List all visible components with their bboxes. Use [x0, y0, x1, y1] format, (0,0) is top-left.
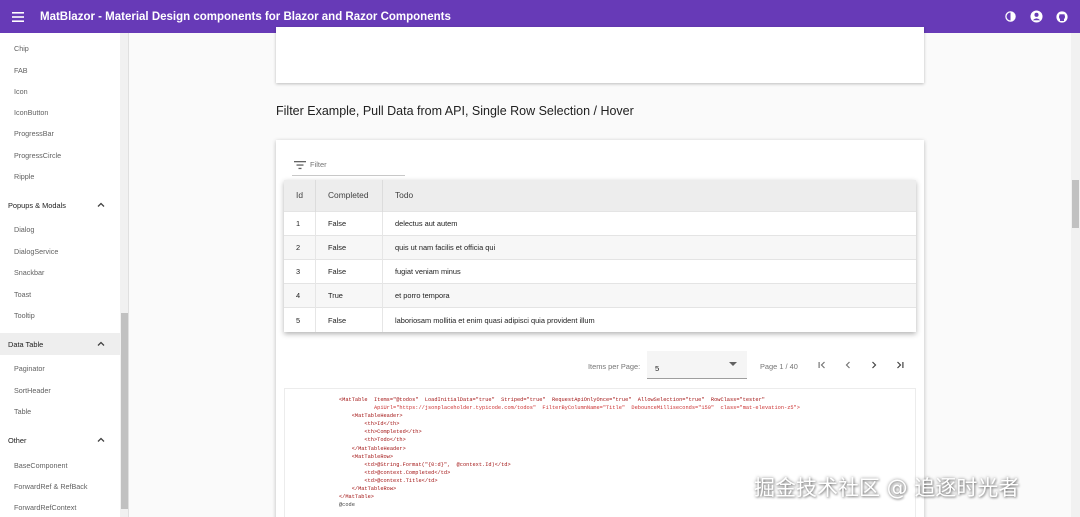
table-row[interactable]: 2 False quis ut nam facilis et officia q…	[284, 235, 916, 260]
sidebar-item-chip[interactable]: Chip	[14, 44, 29, 53]
first-page-icon[interactable]	[815, 358, 829, 372]
dropdown-arrow-icon	[729, 362, 737, 366]
cell-completed: False	[315, 259, 383, 284]
sidebar-group-other[interactable]: Other	[0, 429, 120, 451]
cell-todo: fugiat veniam minus	[395, 266, 461, 276]
sidebar-item-snackbar[interactable]: Snackbar	[14, 268, 44, 277]
cell-todo: et porro tempora	[395, 291, 450, 301]
sidebar-item-basecomponent[interactable]: BaseComponent	[14, 461, 68, 470]
page-status: Page 1 / 40	[760, 362, 798, 371]
sidebar-item-fab[interactable]: FAB	[14, 66, 28, 75]
cell-id: 3	[284, 259, 316, 284]
next-page-icon[interactable]	[867, 358, 881, 372]
sidebar-item-toast[interactable]: Toast	[14, 290, 31, 299]
code-line: @code	[339, 502, 355, 509]
main-scrollbar[interactable]	[1071, 33, 1080, 517]
main-scrollbar-thumb[interactable]	[1072, 180, 1079, 228]
column-header-todo[interactable]: Todo	[383, 180, 917, 211]
cell-todo: laboriosam mollitia et enim quasi adipis…	[395, 315, 595, 325]
watermark: 掘金技术社区 @ 追逐时光者	[754, 476, 1020, 500]
section-title: Filter Example, Pull Data from API, Sing…	[276, 104, 634, 118]
cell-completed: False	[315, 307, 383, 332]
paginator: Items per Page: 5 Page 1 / 40	[276, 350, 924, 380]
cell-completed: False	[315, 235, 383, 260]
sidebar-item-paginator[interactable]: Paginator	[14, 364, 45, 373]
sidebar-group-label: Popups & Modals	[8, 200, 66, 210]
code-line: ApiUrl="https://jsonplaceholder.typicode…	[339, 405, 800, 412]
sidebar-item-table[interactable]: Table	[14, 407, 31, 416]
code-line: <MatTable Items="@todos" LoadInitialData…	[339, 397, 765, 403]
sidebar-item-icon[interactable]: Icon	[14, 87, 28, 96]
code-line: <MatTableRow>	[339, 453, 394, 460]
sidebar-item-sortheader[interactable]: SortHeader	[14, 386, 51, 395]
sidebar-group-label: Other	[8, 435, 27, 445]
sidebar-item-progressbar[interactable]: ProgressBar	[14, 129, 54, 138]
sidebar-item-dialog[interactable]: Dialog	[14, 225, 34, 234]
previous-example-card	[276, 27, 924, 83]
theme-icon[interactable]	[1002, 9, 1018, 25]
code-line: <th>Id</th>	[339, 421, 400, 428]
example-card: Id Completed Todo 1 False delectus aut a…	[276, 140, 924, 517]
previous-page-icon[interactable]	[841, 358, 855, 372]
column-header-completed[interactable]: Completed	[315, 180, 383, 211]
code-line: <th>Todo</th>	[339, 437, 406, 444]
table-header-row: Id Completed Todo	[284, 180, 916, 211]
page-size-value: 5	[655, 364, 660, 373]
sidebar-item-dialogservice[interactable]: DialogService	[14, 247, 58, 256]
page-size-select[interactable]: 5	[647, 351, 747, 379]
last-page-icon[interactable]	[893, 358, 907, 372]
account-icon[interactable]	[1028, 9, 1044, 25]
sidebar-scrollbar-thumb[interactable]	[121, 313, 128, 509]
cell-todo: delectus aut autem	[395, 218, 458, 228]
menu-icon[interactable]	[0, 0, 36, 33]
items-per-page-label: Items per Page:	[588, 362, 641, 371]
filter-field[interactable]	[292, 154, 405, 176]
table-row[interactable]: 5 False laboriosam mollitia et enim quas…	[284, 307, 916, 332]
code-line: </MatTableHeader>	[339, 445, 406, 452]
table-row[interactable]: 3 False fugiat veniam minus	[284, 259, 916, 284]
sidebar-item-iconbutton[interactable]: IconButton	[14, 108, 48, 117]
sidebar-group-datatable[interactable]: Data Table	[0, 333, 120, 355]
filter-input[interactable]	[310, 160, 400, 169]
cell-id: 5	[284, 307, 316, 332]
cell-id: 1	[284, 211, 316, 236]
code-line: <MatTableHeader>	[339, 413, 403, 420]
code-line: <td>@String.Format("{0:d}", @context.Id)…	[339, 461, 511, 468]
sidebar-item-forwardref[interactable]: ForwardRef & RefBack	[14, 482, 88, 491]
chevron-up-icon	[97, 341, 105, 346]
main-content: Filter Example, Pull Data from API, Sing…	[129, 27, 1080, 517]
column-header-id[interactable]: Id	[284, 180, 316, 211]
chevron-up-icon	[97, 437, 105, 442]
cell-id: 4	[284, 283, 316, 308]
sidebar-item-ripple[interactable]: Ripple	[14, 172, 34, 181]
table-row[interactable]: 4 True et porro tempora	[284, 283, 916, 308]
sidebar-nav: Chip FAB Icon IconButton ProgressBar Pro…	[0, 33, 129, 517]
cell-completed: True	[315, 283, 383, 308]
cell-id: 2	[284, 235, 316, 260]
code-line: <th>Completed</th>	[339, 429, 422, 436]
chevron-up-icon	[97, 202, 105, 207]
sidebar-group-popups[interactable]: Popups & Modals	[0, 194, 120, 216]
sidebar-group-label: Data Table	[8, 339, 44, 349]
sidebar-item-progresscircle[interactable]: ProgressCircle	[14, 151, 61, 160]
data-table: Id Completed Todo 1 False delectus aut a…	[284, 180, 916, 332]
github-icon[interactable]	[1054, 9, 1070, 25]
sidebar-item-tooltip[interactable]: Tooltip	[14, 311, 35, 320]
table-row[interactable]: 1 False delectus aut autem	[284, 211, 916, 236]
cell-completed: False	[315, 211, 383, 236]
filter-icon	[294, 160, 306, 169]
app-title: MatBlazor - Material Design components f…	[40, 10, 451, 23]
sidebar-item-forwardrefcontext[interactable]: ForwardRefContext	[14, 503, 76, 512]
top-actions	[1002, 9, 1080, 25]
cell-todo: quis ut nam facilis et officia qui	[395, 242, 496, 252]
